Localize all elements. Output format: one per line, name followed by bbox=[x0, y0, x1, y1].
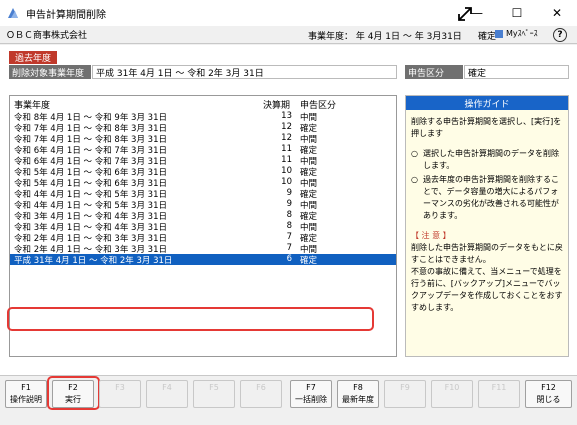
fkey-key: F5 bbox=[209, 383, 219, 392]
fkey-key: F9 bbox=[400, 383, 410, 392]
fkey-key: F6 bbox=[256, 383, 266, 392]
row-period: 13 bbox=[281, 111, 292, 121]
close-button[interactable]: ✕ bbox=[537, 0, 577, 26]
myspace-icon bbox=[495, 29, 503, 38]
title-bar: 申告計算期間削除 — ☐ ✕ bbox=[0, 0, 577, 26]
row-period: 8 bbox=[286, 210, 292, 220]
fkey-f3: F3 bbox=[99, 380, 141, 408]
fkey-key: F12 bbox=[541, 383, 556, 392]
declaration-type-label: 申告区分 bbox=[405, 65, 463, 79]
company-name: ＯＢＣ商事株式会社 bbox=[6, 31, 88, 41]
fkey-label: 最新年度 bbox=[342, 395, 374, 404]
row-period: 10 bbox=[281, 166, 292, 176]
fkey-key: F7 bbox=[306, 383, 316, 392]
table-row[interactable]: 令和 5年 4月 1日 ～ 令和 6年 3月 31日 10 確定 bbox=[10, 166, 396, 178]
app-icon bbox=[8, 8, 18, 18]
table-row[interactable]: 令和 3年 4月 1日 ～ 令和 4年 3月 31日 8 中間 bbox=[10, 221, 396, 233]
fkey-key: F11 bbox=[491, 383, 507, 392]
row-period: 12 bbox=[281, 133, 292, 143]
table-row[interactable]: 令和 2年 4月 1日 ～ 令和 3年 3月 31日 7 確定 bbox=[10, 232, 396, 244]
fkey-f11: F11 bbox=[478, 380, 520, 408]
row-period: 9 bbox=[286, 188, 292, 198]
fkey-label: 一括削除 bbox=[295, 395, 327, 404]
guide-title: 操作ガイド bbox=[406, 96, 568, 110]
info-bar: ＯＢＣ商事株式会社 事業年度： 年 4月 1日 ～ 年 3月31日 確定 Myｽ… bbox=[0, 26, 577, 44]
past-year-badge: 過去年度 bbox=[9, 51, 57, 64]
row-period: 7 bbox=[286, 232, 292, 242]
table-row[interactable]: 平成 31年 4月 1日 ～ 令和 2年 3月 31日 6 確定 bbox=[10, 254, 396, 266]
minimize-button[interactable]: — bbox=[457, 0, 497, 26]
guide-note-title: 【 注 意 】 bbox=[411, 231, 451, 240]
table-row[interactable]: 令和 6年 4月 1日 ～ 令和 7年 3月 31日 11 中間 bbox=[10, 155, 396, 167]
fiscal-year: 事業年度： 年 4月 1日 ～ 年 3月31日 bbox=[308, 32, 462, 42]
bullet-icon: ○ bbox=[411, 175, 418, 184]
myspace-label: Myｽﾍﾟｰｽ bbox=[506, 29, 538, 38]
delete-target-label: 削除対象事業年度 bbox=[9, 65, 91, 79]
row-type: 確定 bbox=[300, 256, 318, 266]
fkey-f8[interactable]: F8 最新年度 bbox=[337, 380, 379, 408]
fkey-key: F8 bbox=[353, 383, 363, 392]
guide-note-1: 削除した申告計算期間のデータをもとに戻すことはできません。 bbox=[411, 243, 563, 264]
table-row[interactable]: 令和 4年 4月 1日 ～ 令和 5年 3月 31日 9 確定 bbox=[10, 188, 396, 200]
fkey-key: F3 bbox=[115, 383, 125, 392]
fkey-f12[interactable]: F12 閉じる bbox=[525, 380, 572, 408]
row-period: 11 bbox=[281, 144, 292, 154]
table-row[interactable]: 令和 4年 4月 1日 ～ 令和 5年 3月 31日 9 中間 bbox=[10, 199, 396, 211]
fkey-label: 実行 bbox=[65, 395, 81, 404]
row-year: 平成 31年 4月 1日 ～ 令和 2年 3月 31日 bbox=[14, 256, 173, 266]
list-header: 事業年度 決算期 申告区分 bbox=[10, 96, 396, 111]
fkey-f9: F9 bbox=[384, 380, 426, 408]
declaration-type-value: 確定 bbox=[464, 65, 569, 79]
help-icon[interactable]: ? bbox=[553, 28, 567, 42]
fkey-f7[interactable]: F7 一括削除 bbox=[290, 380, 332, 408]
fkey-label: 操作説明 bbox=[10, 395, 42, 404]
fkey-f5: F5 bbox=[193, 380, 235, 408]
guide-note-2: 不意の事故に備えて、当メニューで処理を行う前に、[バックアップ]メニューでバック… bbox=[411, 267, 563, 312]
fkey-key: F4 bbox=[162, 383, 172, 392]
maximize-button[interactable]: ☐ bbox=[497, 0, 537, 26]
fkey-f1[interactable]: F1 操作説明 bbox=[5, 380, 47, 408]
row-period: 12 bbox=[281, 122, 292, 132]
bullet-icon: ○ bbox=[411, 149, 418, 158]
row-period: 7 bbox=[286, 243, 292, 253]
col-header-type[interactable]: 申告区分 bbox=[300, 98, 336, 111]
main-panel: 過去年度 削除対象事業年度 平成 31年 4月 1日 ～ 令和 2年 3月 31… bbox=[0, 45, 577, 375]
fkey-key: F2 bbox=[68, 383, 78, 392]
table-row[interactable]: 令和 2年 4月 1日 ～ 令和 3年 3月 31日 7 中間 bbox=[10, 243, 396, 255]
myspace-button[interactable]: Myｽﾍﾟｰｽ bbox=[494, 28, 538, 39]
operation-guide: 操作ガイド 削除する申告計算期間を選択し、[実行]を押します ○ 選択した申告計… bbox=[405, 95, 569, 357]
guide-item-1: 選択した申告計算期間のデータを削除します。 bbox=[423, 149, 559, 170]
row-period: 8 bbox=[286, 221, 292, 231]
table-row[interactable]: 令和 8年 4月 1日 ～ 令和 9年 3月 31日 13 中間 bbox=[10, 111, 396, 123]
table-row[interactable]: 令和 5年 4月 1日 ～ 令和 6年 3月 31日 10 中間 bbox=[10, 177, 396, 189]
table-row[interactable]: 令和 7年 4月 1日 ～ 令和 8年 3月 31日 12 中間 bbox=[10, 133, 396, 145]
delete-target-value: 平成 31年 4月 1日 ～ 令和 2年 3月 31日 bbox=[92, 65, 397, 79]
table-row[interactable]: 令和 7年 4月 1日 ～ 令和 8年 3月 31日 12 確定 bbox=[10, 122, 396, 134]
table-row[interactable]: 令和 3年 4月 1日 ～ 令和 4年 3月 31日 8 確定 bbox=[10, 210, 396, 222]
fkey-key: F1 bbox=[21, 383, 31, 392]
selection-highlight-annotation bbox=[7, 307, 374, 331]
window-title: 申告計算期間削除 bbox=[26, 9, 106, 21]
row-period: 11 bbox=[281, 155, 292, 165]
guide-item-2: 過去年度の申告計算期間を削除することで、データ容量の増大によるパフォーマンスの劣… bbox=[423, 175, 559, 220]
fkey-key: F10 bbox=[444, 383, 460, 392]
fkey-f10: F10 bbox=[431, 380, 473, 408]
row-period: 6 bbox=[286, 254, 292, 264]
list-rows: 令和 8年 4月 1日 ～ 令和 9年 3月 31日 13 中間 令和 7年 4月 1… bbox=[10, 111, 396, 266]
function-key-bar: F1 操作説明 F2 実行 F3 F4 F5 F6 F7 一括削除 F8 最新年度 F9 F10 F11 F1… bbox=[0, 375, 577, 425]
guide-intro: 削除する申告計算期間を選択し、[実行]を押します bbox=[411, 117, 562, 138]
col-header-year[interactable]: 事業年度 bbox=[14, 98, 50, 111]
col-header-period[interactable]: 決算期 bbox=[263, 98, 290, 111]
table-row[interactable]: 令和 6年 4月 1日 ～ 令和 7年 3月 31日 11 確定 bbox=[10, 144, 396, 156]
fkey-f2[interactable]: F2 実行 bbox=[52, 380, 94, 408]
fkey-f4: F4 bbox=[146, 380, 188, 408]
fkey-label: 閉じる bbox=[536, 395, 561, 404]
row-period: 9 bbox=[286, 199, 292, 209]
row-period: 10 bbox=[281, 177, 292, 187]
fkey-f6: F6 bbox=[240, 380, 282, 408]
